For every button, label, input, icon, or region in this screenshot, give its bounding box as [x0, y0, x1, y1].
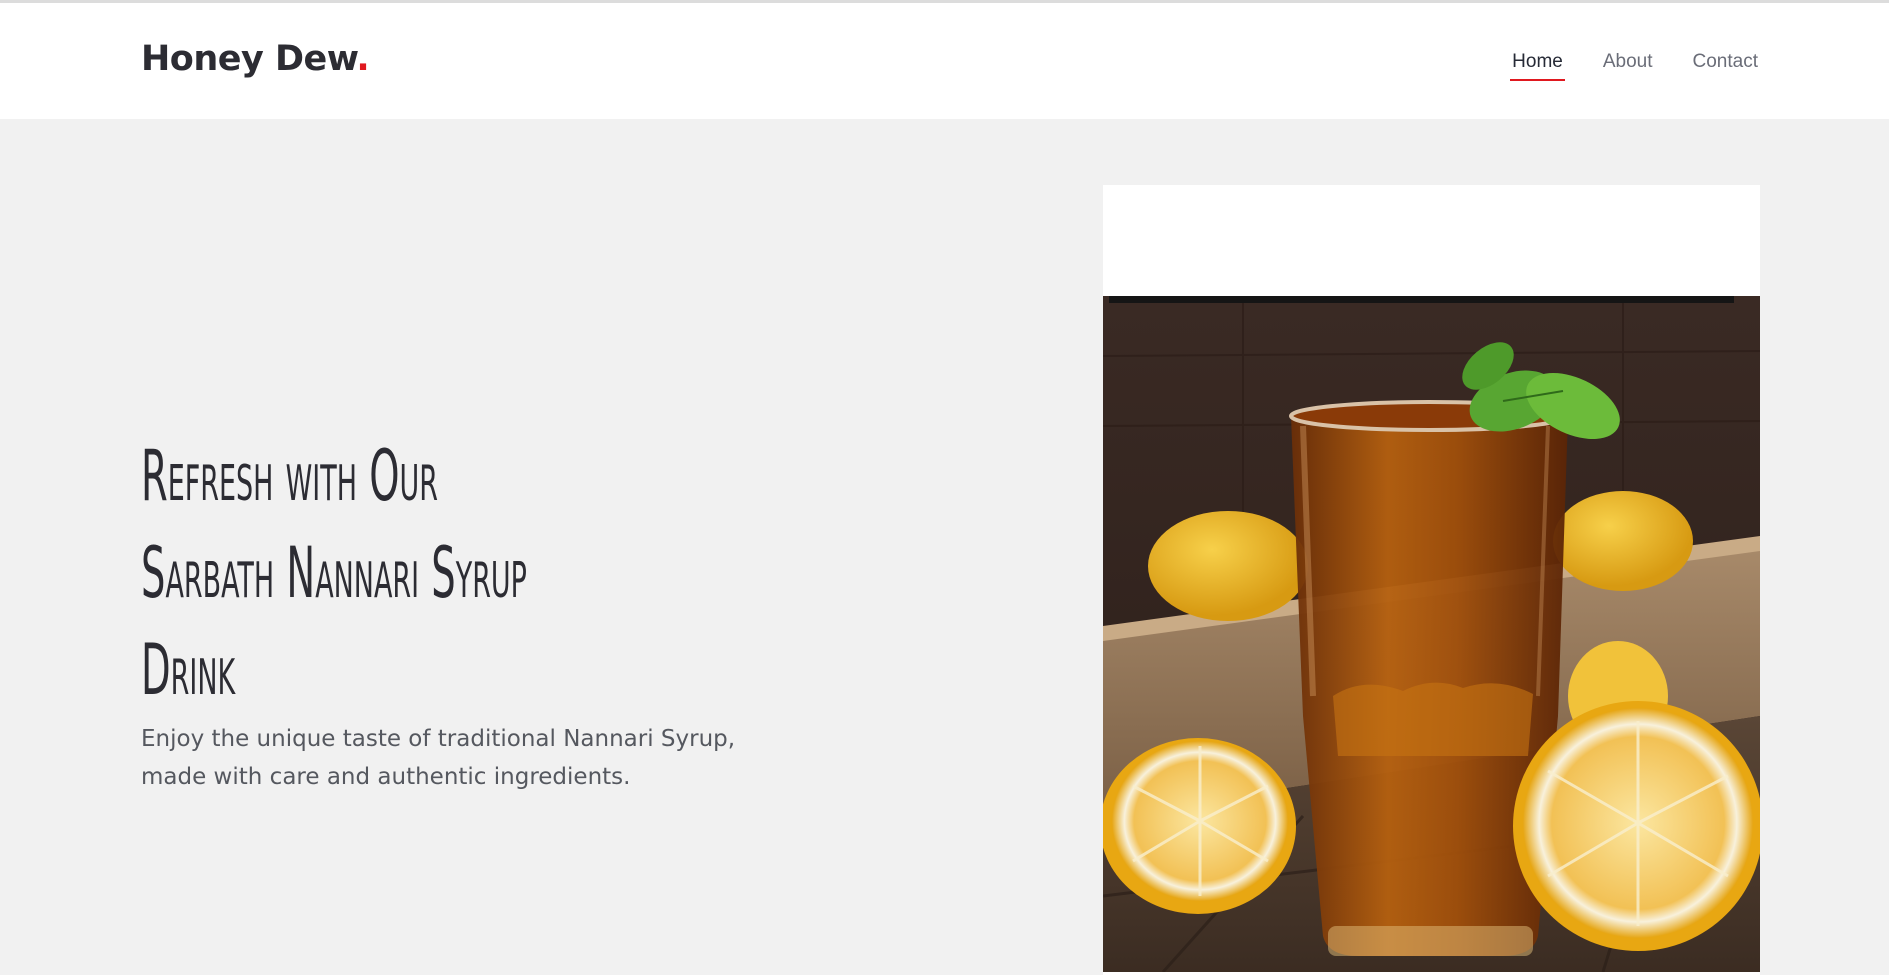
hero-title-line-2: Sarbath Nannari Syrup [141, 532, 527, 614]
hero-title: Refresh with Our Sarbath Nannari Syrup D… [141, 428, 537, 719]
photo-top-edge [1109, 296, 1734, 303]
nav-contact-link[interactable]: Contact [1693, 51, 1758, 81]
site-header: Honey Dew. Home About Contact [0, 3, 1889, 119]
nav-about-link[interactable]: About [1603, 51, 1653, 81]
hero-subtitle: Enjoy the unique taste of traditional Na… [141, 726, 736, 790]
nannari-drink-photo [1103, 296, 1760, 972]
brand-logo[interactable]: Honey Dew. [141, 39, 370, 79]
hero-title-line-1: Refresh with Our [141, 435, 438, 517]
brand-dot: . [356, 39, 370, 79]
hero-title-line-3: Drink [141, 629, 236, 711]
brand-name: Honey Dew [141, 39, 357, 79]
nav-home-link[interactable]: Home [1510, 51, 1565, 81]
main-nav: Home About Contact [1510, 51, 1758, 81]
